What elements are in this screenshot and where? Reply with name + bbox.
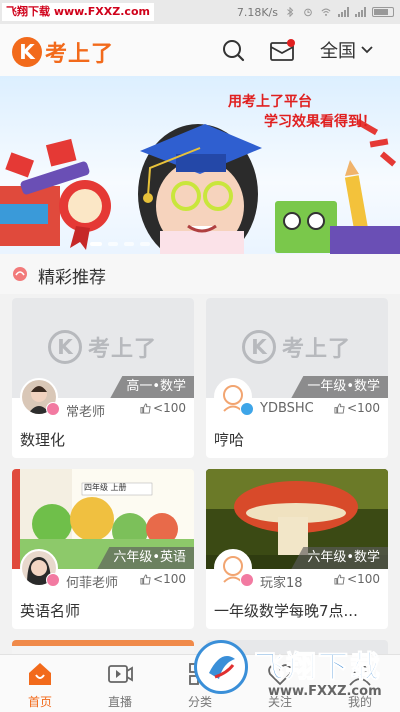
likes-count: <100 bbox=[140, 572, 186, 586]
pager-dot[interactable] bbox=[124, 242, 134, 246]
grade-tag: 六年级•英语 bbox=[97, 547, 194, 569]
course-title: 哼哈 bbox=[214, 431, 245, 449]
course-card[interactable]: 六年级•数学 玩家18 <100 一年级数学每晚7点... bbox=[206, 469, 388, 629]
promo-banner[interactable]: 用考上了平台 学习效果看得到！ bbox=[0, 76, 400, 254]
likes-count: <100 bbox=[140, 401, 186, 415]
watermark-title: 飞翔下载 bbox=[254, 650, 382, 686]
app-logo: K 考上了 bbox=[12, 36, 114, 68]
teacher-name: 玩家18 bbox=[260, 576, 303, 591]
teacher-name: 常老师 bbox=[66, 405, 106, 420]
search-icon[interactable] bbox=[221, 38, 245, 62]
pager-dot[interactable] bbox=[90, 242, 102, 246]
alarm-icon bbox=[304, 8, 312, 17]
wifi-icon bbox=[321, 8, 331, 16]
grade-tag: 高一•数学 bbox=[110, 376, 194, 398]
teacher-name: 何菲老师 bbox=[66, 576, 119, 591]
teacher-name: YDBSHC bbox=[260, 401, 314, 416]
mail-icon[interactable] bbox=[270, 38, 296, 62]
grade-tag: 六年级•数学 bbox=[291, 547, 388, 569]
watermark-label: 飞翔下载 www.FXXZ.com bbox=[2, 3, 154, 21]
course-card[interactable]: 四年级 上册 六年级•英语 何菲老师 <100 英语名师 bbox=[12, 469, 194, 629]
region-selector[interactable]: 全国 bbox=[320, 38, 374, 62]
gender-badge-icon bbox=[46, 573, 60, 587]
status-icons: 7.18K/s bbox=[237, 4, 394, 20]
thumb-up-icon bbox=[334, 573, 345, 585]
grade-tag: 一年级•数学 bbox=[291, 376, 388, 398]
banner-line-1: 用考上了平台 bbox=[228, 94, 312, 110]
thumb-up-icon bbox=[334, 402, 345, 414]
course-title: 英语名师 bbox=[20, 602, 81, 620]
home-icon bbox=[29, 663, 51, 685]
gender-badge-icon bbox=[240, 402, 254, 416]
course-title: 数理化 bbox=[20, 431, 66, 449]
pager-dot[interactable] bbox=[140, 242, 150, 246]
banner-slogan: 用考上了平台 学习效果看得到！ bbox=[228, 92, 376, 132]
region-label: 全国 bbox=[320, 41, 356, 62]
video-icon bbox=[108, 665, 133, 683]
banner-line-2: 学习效果看得到！ bbox=[264, 114, 376, 130]
signal-icon-2 bbox=[355, 7, 366, 17]
nav-live[interactable]: 直播 bbox=[80, 655, 160, 712]
chevron-down-icon bbox=[361, 46, 373, 54]
network-speed: 7.18K/s bbox=[236, 5, 278, 19]
section-title: 精彩推荐 bbox=[38, 268, 106, 288]
likes-count: <100 bbox=[334, 572, 380, 586]
watermark-url: www.FXXZ.com bbox=[268, 684, 382, 699]
app-screen: 飞翔下载 www.FXXZ.com 7.18K/s K 考上了 全国 用考上了平… bbox=[0, 0, 400, 712]
logo-text: 考上了 bbox=[45, 42, 115, 67]
thumbnail-logo: K 考上了 bbox=[48, 330, 157, 364]
likes-count: <100 bbox=[334, 401, 380, 415]
thumbnail-logo: K 考上了 bbox=[242, 330, 351, 364]
course-card[interactable]: K 考上了 一年级•数学 YDBSHC <100 哼哈 bbox=[206, 298, 388, 458]
nav-label: 直播 bbox=[107, 695, 132, 709]
course-card[interactable]: K 考上了 高一•数学 常老师 <100 数理化 bbox=[12, 298, 194, 458]
signal-icon bbox=[338, 7, 349, 17]
thumb-up-icon bbox=[140, 573, 151, 585]
watermark-logo-icon bbox=[194, 640, 248, 694]
nav-home[interactable]: 首页 bbox=[0, 655, 80, 712]
recommend-icon bbox=[13, 267, 27, 281]
battery-icon bbox=[372, 7, 394, 17]
thumb-up-icon bbox=[140, 402, 151, 414]
banner-pager bbox=[90, 242, 150, 246]
gender-badge-icon bbox=[46, 402, 60, 416]
logo-mark: K bbox=[12, 37, 42, 67]
watermark-overlay: 飞翔下载 www.FXXZ.com bbox=[194, 636, 400, 712]
status-bar: 飞翔下载 www.FXXZ.com 7.18K/s bbox=[0, 0, 400, 24]
gender-badge-icon bbox=[240, 573, 254, 587]
course-title: 一年级数学每晚7点... bbox=[214, 602, 358, 620]
book-cover-text: 四年级 上册 bbox=[84, 483, 127, 492]
app-header: K 考上了 全国 bbox=[0, 24, 400, 76]
nav-label: 首页 bbox=[27, 695, 52, 709]
pager-dot[interactable] bbox=[108, 242, 118, 246]
section-header: 精彩推荐 bbox=[0, 254, 400, 294]
bluetooth-icon bbox=[287, 7, 294, 17]
